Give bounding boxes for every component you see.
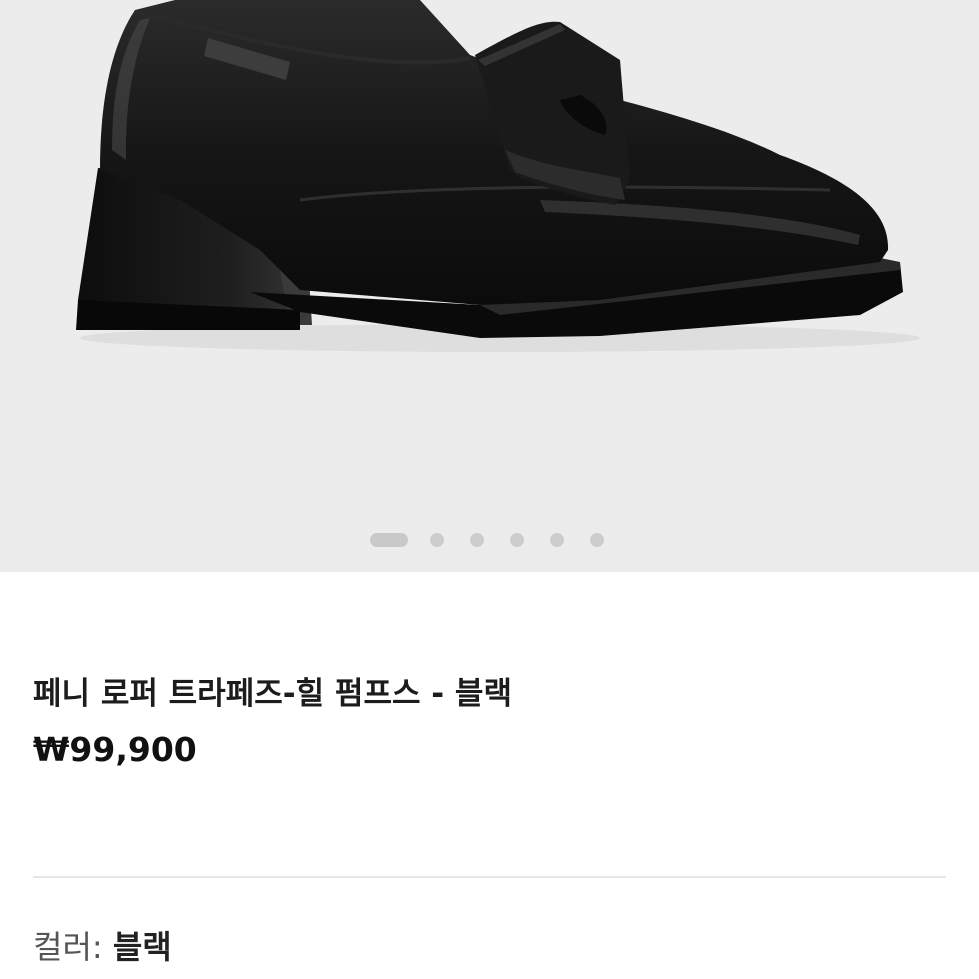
color-option: 컬러: 블랙 [33,922,172,968]
pagination-dot[interactable] [430,533,444,547]
product-title: 페니 로퍼 트라페즈-힐 펌프스 - 블랙 [33,676,512,712]
product-page: 페니 로퍼 트라페즈-힐 펌프스 - 블랙 ₩99,900 컬러: 블랙 [0,0,979,979]
color-value: 블랙 [112,928,172,966]
product-price: ₩99,900 [33,730,197,769]
loafer-shoe-image [76,0,920,352]
pagination-dot[interactable] [590,533,604,547]
pagination-dot[interactable] [510,533,524,547]
pagination-dot-active[interactable] [370,533,408,547]
color-label: 컬러: [33,928,103,966]
product-image-gallery[interactable] [0,0,979,572]
section-divider [33,876,946,878]
pagination-dot[interactable] [550,533,564,547]
gallery-pagination [370,532,630,548]
pagination-dot[interactable] [470,533,484,547]
